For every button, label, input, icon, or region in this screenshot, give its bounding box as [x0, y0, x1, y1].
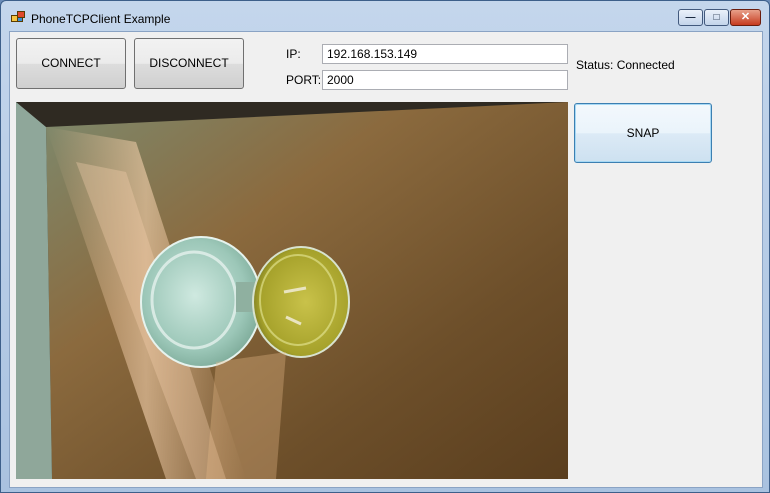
window-title: PhoneTCPClient Example [31, 12, 171, 26]
client-area: CONNECT DISCONNECT IP: PORT: Status: Con… [9, 31, 763, 488]
snap-button[interactable]: SNAP [574, 103, 712, 163]
close-icon: ✕ [740, 11, 751, 23]
maximize-icon: □ [713, 12, 720, 23]
caption-buttons: — □ ✕ [677, 9, 761, 26]
close-button[interactable]: ✕ [730, 9, 761, 26]
title-bar[interactable]: PhoneTCPClient Example — □ ✕ [1, 1, 769, 31]
app-window: PhoneTCPClient Example — □ ✕ CONNECT DIS… [0, 0, 770, 493]
ip-label: IP: [286, 47, 301, 61]
disconnect-button[interactable]: DISCONNECT [134, 38, 244, 89]
port-input[interactable] [322, 70, 568, 90]
maximize-button[interactable]: □ [704, 9, 729, 26]
ip-input[interactable] [322, 44, 568, 64]
connect-button[interactable]: CONNECT [16, 38, 126, 89]
minimize-button[interactable]: — [678, 9, 703, 26]
minimize-icon: — [685, 12, 696, 23]
camera-preview [16, 102, 568, 479]
status-label: Status: Connected [576, 58, 675, 72]
app-icon [11, 11, 25, 23]
port-label: PORT: [286, 73, 322, 87]
camera-frame-image [16, 102, 568, 479]
